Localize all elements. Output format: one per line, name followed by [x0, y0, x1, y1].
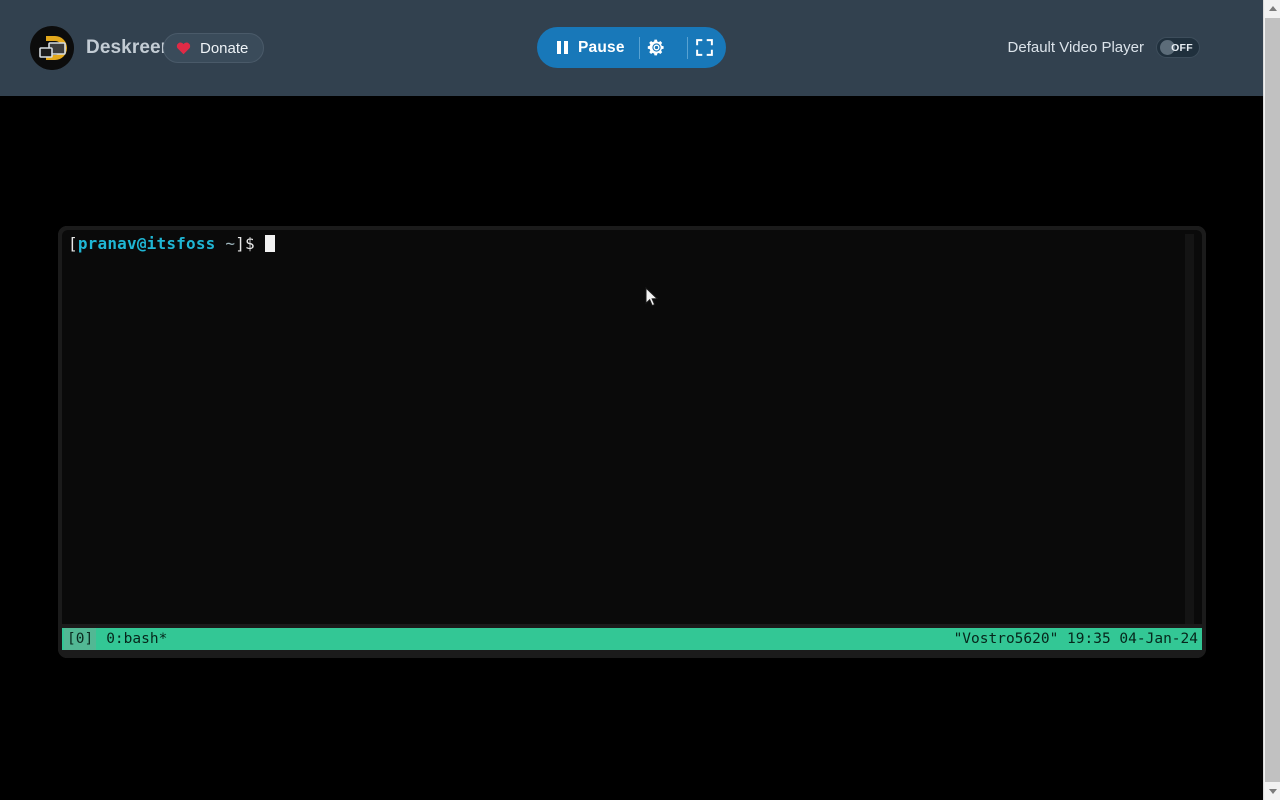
scrollbar-thumb[interactable] — [1265, 18, 1280, 782]
settings-button[interactable] — [640, 27, 673, 68]
app-header: Deskreen Donate Pause — [0, 0, 1263, 96]
app-root: Deskreen Donate Pause — [0, 0, 1280, 800]
terminal-prompt-line: [pranav@itsfoss ~]$ — [68, 234, 1202, 254]
pause-button[interactable]: Pause — [537, 27, 625, 68]
prompt-close-bracket: ] — [235, 234, 245, 253]
heart-icon — [176, 41, 191, 55]
brand-name: Deskreen — [86, 37, 172, 59]
pause-label: Pause — [578, 39, 625, 57]
scroll-down-arrow-icon[interactable] — [1264, 783, 1280, 800]
terminal-window[interactable]: [pranav@itsfoss ~]$ [0] 0:bash* "Vostro5… — [58, 226, 1206, 658]
tmux-status-bar: [0] 0:bash* "Vostro5620" 19:35 04-Jan-24 — [62, 628, 1202, 650]
tmux-window-list: 0:bash* — [106, 631, 167, 647]
default-video-player-label: Default Video Player — [1008, 39, 1144, 56]
default-video-player-setting: Default Video Player OFF — [1008, 37, 1200, 58]
prompt-trailing-space — [255, 234, 265, 253]
donate-button[interactable]: Donate — [163, 33, 264, 63]
terminal-inner-scrollbar[interactable] — [1185, 234, 1194, 624]
shared-screen-canvas[interactable]: [pranav@itsfoss ~]$ [0] 0:bash* "Vostro5… — [0, 96, 1263, 800]
fullscreen-button[interactable] — [688, 27, 721, 68]
deskreen-logo-icon — [30, 26, 74, 70]
block-cursor — [265, 235, 275, 252]
prompt-user-host: pranav@itsfoss — [78, 234, 216, 253]
fullscreen-icon — [696, 39, 713, 56]
donate-label: Donate — [200, 40, 248, 57]
prompt-sigil: $ — [245, 234, 255, 253]
scroll-up-arrow-icon[interactable] — [1264, 0, 1280, 17]
gear-icon — [647, 38, 666, 57]
tmux-session-indicator: [0] — [64, 628, 96, 650]
tmux-status-right: "Vostro5620" 19:35 04-Jan-24 — [954, 631, 1202, 647]
prompt-space — [216, 234, 226, 253]
brand: Deskreen — [30, 26, 172, 70]
toggle-state-label: OFF — [1171, 42, 1193, 54]
prompt-path: ~ — [225, 234, 235, 253]
pause-icon — [557, 41, 568, 54]
prompt-open-bracket: [ — [68, 234, 78, 253]
terminal-body: [pranav@itsfoss ~]$ [0] 0:bash* "Vostro5… — [58, 226, 1206, 658]
terminal-screen[interactable]: [pranav@itsfoss ~]$ — [62, 230, 1202, 624]
page-scrollbar[interactable] — [1263, 0, 1280, 800]
playback-controls: Pause — [537, 27, 726, 68]
default-video-player-toggle[interactable]: OFF — [1156, 37, 1200, 58]
